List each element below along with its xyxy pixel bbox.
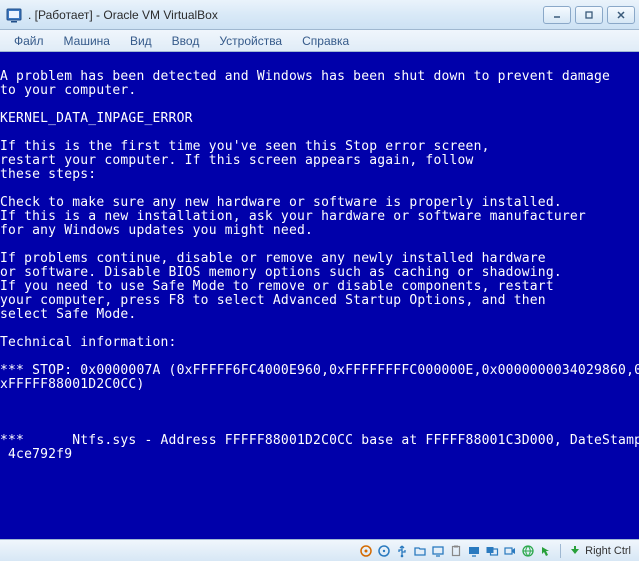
menubar: Файл Машина Вид Ввод Устройства Справка: [0, 30, 639, 52]
virtualbox-window: . [Работает] - Oracle VM VirtualBox Файл…: [0, 0, 639, 561]
maximize-button[interactable]: [575, 6, 603, 24]
window-title: . [Работает] - Oracle VM VirtualBox: [28, 8, 543, 22]
statusbar: Right Ctrl: [0, 539, 639, 561]
titlebar: . [Работает] - Oracle VM VirtualBox: [0, 0, 639, 30]
menu-input[interactable]: Ввод: [162, 32, 210, 50]
hostkey-indicator[interactable]: Right Ctrl: [567, 544, 635, 558]
optical-disc-icon[interactable]: [376, 543, 392, 559]
status-separator: [560, 544, 561, 558]
minimize-button[interactable]: [543, 6, 571, 24]
hostkey-arrow-icon: [569, 544, 583, 558]
virtualbox-app-icon: [6, 7, 22, 23]
window-controls: [543, 6, 635, 24]
menu-view[interactable]: Вид: [120, 32, 162, 50]
screen2-icon[interactable]: [484, 543, 500, 559]
network-icon[interactable]: [520, 543, 536, 559]
menu-file[interactable]: Файл: [4, 32, 54, 50]
mouse-integration-icon[interactable]: [538, 543, 554, 559]
usb-icon[interactable]: [394, 543, 410, 559]
shared-folder-icon[interactable]: [412, 543, 428, 559]
hard-disk-icon[interactable]: [358, 543, 374, 559]
menu-help[interactable]: Справка: [292, 32, 359, 50]
menu-machine[interactable]: Машина: [54, 32, 120, 50]
display-icon[interactable]: [430, 543, 446, 559]
recording-icon[interactable]: [502, 543, 518, 559]
guest-display-bsod[interactable]: A problem has been detected and Windows …: [0, 52, 639, 539]
clipboard-icon[interactable]: [448, 543, 464, 559]
hostkey-label: Right Ctrl: [585, 545, 631, 557]
menu-devices[interactable]: Устройства: [209, 32, 292, 50]
screen1-icon[interactable]: [466, 543, 482, 559]
close-button[interactable]: [607, 6, 635, 24]
